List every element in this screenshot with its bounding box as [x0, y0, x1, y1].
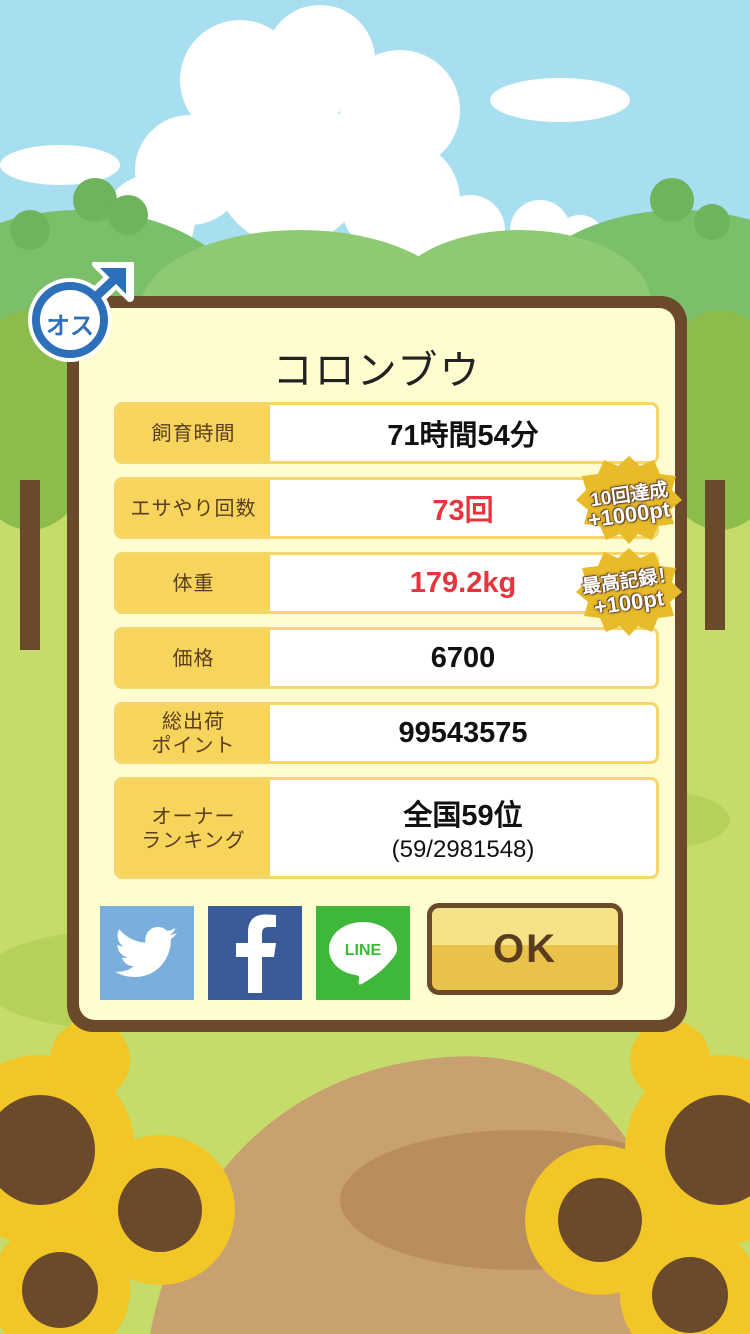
stat-value-text: 全国59位 — [403, 800, 523, 832]
twitter-bird-icon — [115, 927, 177, 977]
stat-label: 価格 — [117, 630, 270, 686]
line-label: LINE — [344, 942, 382, 959]
gender-badge: オス — [26, 260, 136, 372]
line-share-button[interactable]: LINE — [316, 906, 410, 1000]
ranking-detail: (59/2981548) — [391, 836, 535, 863]
stat-row-price: 価格 6700 — [114, 627, 659, 689]
stat-value-text: 73回 — [432, 495, 494, 527]
stat-value-text: 71時間54分 — [387, 420, 539, 452]
stat-value: 全国59位 (59/2981548) — [270, 780, 656, 876]
result-dialog: コロンブウ 飼育時間 71時間54分 エサやり回数 73回 体重 179.2kg… — [67, 296, 687, 1032]
twitter-share-button[interactable] — [100, 906, 194, 1000]
stat-label: 飼育時間 — [117, 405, 270, 461]
stat-value-text: 6700 — [430, 641, 496, 674]
stat-row-total-shipment-points: 総出荷 ポイント 99543575 — [114, 702, 659, 764]
ok-button[interactable]: OK — [427, 903, 623, 995]
facebook-f-icon — [236, 914, 276, 993]
stat-row-owner-ranking: オーナー ランキング 全国59位 (59/2981548) — [114, 777, 659, 879]
facebook-share-button[interactable] — [208, 906, 302, 1000]
result-dialog-panel: コロンブウ 飼育時間 71時間54分 エサやり回数 73回 体重 179.2kg… — [79, 308, 675, 1020]
stat-value: 6700 — [270, 630, 656, 686]
stat-value-text: 179.2kg — [409, 566, 517, 599]
gender-label: オス — [46, 312, 94, 340]
achievement-badge: 10回達成 +1000pt — [574, 454, 684, 544]
stat-label: 総出荷 ポイント — [117, 705, 270, 761]
stat-label: エサやり回数 — [117, 480, 270, 536]
stat-value-text: 99543575 — [398, 716, 528, 749]
record-badge: 最高記録！ +100pt — [574, 546, 684, 636]
pig-name-title: コロンブウ — [272, 348, 482, 394]
stat-value: 71時間54分 — [270, 405, 656, 461]
stat-value: 99543575 — [270, 705, 656, 761]
stat-label: オーナー ランキング — [117, 780, 270, 876]
stat-label: 体重 — [117, 555, 270, 611]
ok-button-label: OK — [493, 926, 557, 971]
